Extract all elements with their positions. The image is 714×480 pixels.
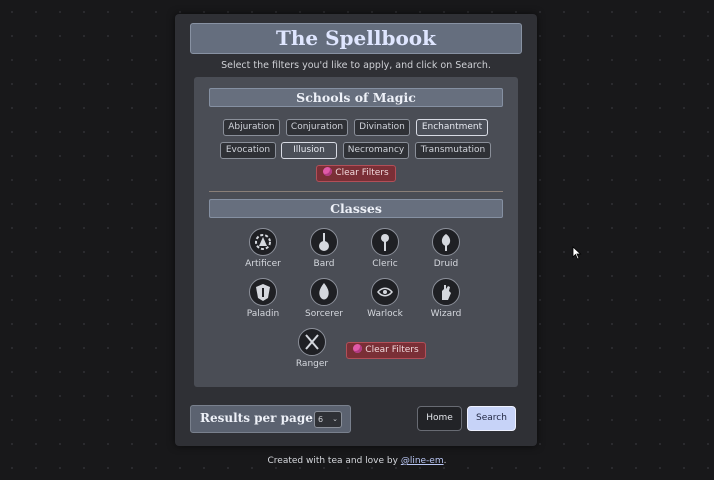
school-chip-illusion[interactable]: Illusion [281,142,337,159]
class-paladin[interactable]: Paladin [233,278,293,319]
filters-panel: Schools of Magic Abjuration Conjuration … [194,77,518,387]
school-chip-transmutation[interactable]: Transmutation [415,142,491,159]
class-druid[interactable]: Druid [416,228,476,269]
credit-text: Created with tea and love by [267,456,401,466]
clear-schools-button[interactable]: Clear Filters [316,165,396,182]
artificer-gear-icon [249,228,277,256]
mouse-cursor-icon [572,246,582,260]
class-label: Ranger [295,359,329,369]
clear-schools-label: Clear Filters [335,168,389,178]
results-per-page-value: 6 [318,415,324,424]
class-label: Paladin [246,309,280,319]
sorcerer-flame-icon [310,278,338,306]
results-per-page: Results per page 6 ⌄ [190,405,351,433]
chevron-down-icon: ⌄ [332,415,338,423]
school-chip-divination[interactable]: Divination [354,119,410,136]
class-bard[interactable]: Bard [294,228,354,269]
credit-end: . [443,456,447,466]
class-label: Artificer [245,259,281,269]
class-sorcerer[interactable]: Sorcerer [294,278,354,319]
schools-heading: Schools of Magic [209,88,503,107]
spellbook-card: The Spellbook Select the filters you'd l… [175,14,537,446]
class-label: Sorcerer [305,309,343,319]
warlock-eye-icon [371,278,399,306]
gem-icon [323,167,333,176]
home-button[interactable]: Home [417,406,462,431]
clear-classes-label: Clear Filters [365,345,419,355]
instructions-text: Select the filters you'd like to apply, … [221,60,491,71]
class-artificer[interactable]: Artificer [233,228,293,269]
cleric-mace-icon [371,228,399,256]
search-button[interactable]: Search [467,406,516,431]
paladin-helm-icon [249,278,277,306]
class-cleric[interactable]: Cleric [355,228,415,269]
results-per-page-label: Results per page [200,411,313,425]
school-chip-enchantment[interactable]: Enchantment [416,119,488,136]
author-link[interactable]: @line-em [401,456,444,466]
wizard-hand-icon [432,278,460,306]
class-ranger[interactable]: Ranger [282,328,342,369]
class-label: Bard [313,259,335,269]
page-title: The Spellbook [190,23,522,54]
clear-classes-button[interactable]: Clear Filters [346,342,426,359]
class-label: Warlock [367,309,403,319]
footer-credit: Created with tea and love by @line-em. [0,456,714,466]
druid-leaf-icon [432,228,460,256]
section-divider [209,191,503,192]
class-wizard[interactable]: Wizard [416,278,476,319]
class-label: Cleric [372,259,398,269]
class-warlock[interactable]: Warlock [355,278,415,319]
results-per-page-select[interactable]: 6 ⌄ [314,411,342,428]
classes-heading: Classes [209,199,503,218]
ranger-bow-icon [298,328,326,356]
school-chip-necromancy[interactable]: Necromancy [343,142,409,159]
class-label: Druid [433,259,459,269]
class-label: Wizard [430,309,462,319]
school-chip-evocation[interactable]: Evocation [220,142,276,159]
gem-icon [353,344,363,353]
school-chip-abjuration[interactable]: Abjuration [223,119,280,136]
bard-lute-icon [310,228,338,256]
school-chip-conjuration[interactable]: Conjuration [286,119,348,136]
